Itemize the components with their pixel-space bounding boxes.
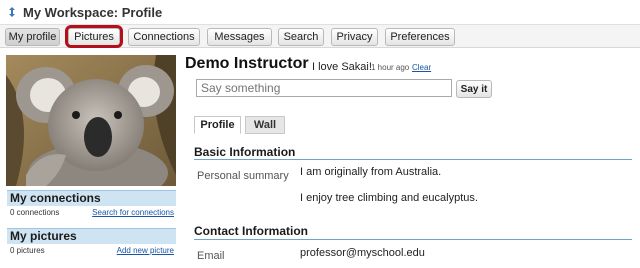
preferences-button[interactable]: Preferences <box>385 28 455 46</box>
personal-summary-label: Personal summary <box>197 170 289 182</box>
contact-information-heading: Contact Information <box>194 224 308 238</box>
title-bar: My Workspace: Profile <box>0 0 640 24</box>
status-time: 1 hour ago <box>371 63 410 72</box>
privacy-button[interactable]: Privacy <box>331 28 378 46</box>
say-something-input[interactable] <box>196 79 452 97</box>
my-connections-heading: My connections <box>7 190 176 206</box>
personal-summary-line-1: I am originally from Australia. <box>300 166 442 178</box>
connections-row: 0 connections Search for connections <box>7 207 176 219</box>
profile-avatar <box>6 55 176 186</box>
refresh-arrows-icon[interactable] <box>6 6 18 18</box>
say-it-button[interactable]: Say it <box>456 80 492 98</box>
add-new-picture-link[interactable]: Add new picture <box>117 246 174 255</box>
search-for-connections-link[interactable]: Search for connections <box>92 208 174 217</box>
koala-image <box>6 55 176 186</box>
page-title: My Workspace: Profile <box>23 4 163 20</box>
status-message: I love Sakai! <box>312 61 372 73</box>
personal-summary-line-2: I enjoy tree climbing and eucalyptus. <box>300 192 478 204</box>
profile-name: Demo Instructor <box>185 55 309 72</box>
tab-profile[interactable]: Profile <box>194 116 241 134</box>
clear-status-link[interactable]: Clear <box>412 63 431 72</box>
pictures-count: 0 pictures <box>10 246 45 255</box>
basic-information-heading: Basic Information <box>194 145 296 159</box>
pictures-row: 0 pictures Add new picture <box>7 245 176 257</box>
connections-count: 0 connections <box>10 208 60 217</box>
tab-wall[interactable]: Wall <box>245 116 285 134</box>
my-pictures-heading: My pictures <box>7 228 176 244</box>
my-profile-button[interactable]: My profile <box>5 28 60 46</box>
email-value[interactable]: professor@myschool.edu <box>300 247 425 259</box>
basic-information-divider <box>194 159 632 160</box>
email-label: Email <box>197 250 225 262</box>
messages-button[interactable]: Messages <box>207 28 272 46</box>
pictures-highlight-ring <box>65 25 123 48</box>
connections-button[interactable]: Connections <box>128 28 200 46</box>
search-button[interactable]: Search <box>278 28 324 46</box>
contact-information-divider <box>194 239 632 240</box>
